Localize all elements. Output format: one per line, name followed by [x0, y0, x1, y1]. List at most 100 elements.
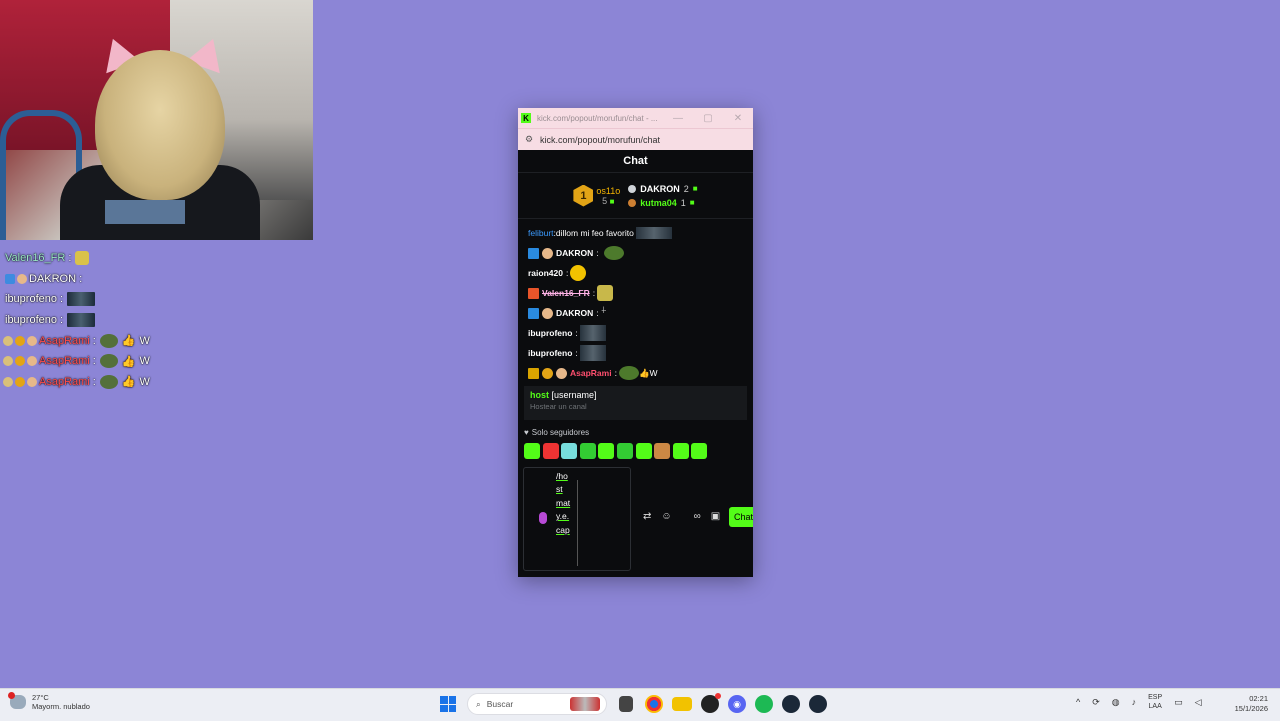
top-gifter-third-name: kutma04: [640, 197, 677, 208]
microphone-icon[interactable]: [539, 512, 547, 524]
overlay-chat: Valen16_FR : DAKRON : ibuprofeno : ibupr…: [0, 248, 310, 392]
weather-temp: 27°C: [32, 693, 49, 702]
spotify-icon[interactable]: [755, 695, 773, 713]
chat-message[interactable]: DAKRON:: [528, 243, 753, 263]
quick-emote-icon[interactable]: [616, 443, 633, 459]
overlay-chat-sep: :: [92, 334, 96, 347]
network-icon[interactable]: ◍: [1112, 697, 1120, 708]
task-view-icon[interactable]: [619, 696, 633, 712]
chat-message[interactable]: ibuprofeno:: [528, 343, 753, 363]
chrome-icon[interactable]: [645, 695, 663, 713]
quick-emote-icon[interactable]: [542, 443, 559, 459]
overlay-chat-sep: :: [92, 355, 96, 368]
infinity-icon[interactable]: ∞: [694, 511, 701, 522]
overlay-chat-sep: :: [60, 293, 64, 306]
gif-emote-icon: [579, 325, 606, 341]
overlay-chat-row: AsapRami : 👍 W: [0, 372, 310, 393]
sword-badge-icon: [528, 247, 539, 259]
language-top: ESP: [1148, 694, 1163, 701]
site-settings-icon[interactable]: ⚙: [518, 134, 540, 145]
heart-icon: ♥: [524, 428, 529, 437]
chat-username[interactable]: ibuprofeno: [528, 348, 572, 358]
chevron-up-icon[interactable]: ^: [1076, 697, 1080, 707]
top-gifter-third[interactable]: kutma04 1 ■: [628, 198, 697, 208]
language-indicator[interactable]: ESP LAA: [1148, 693, 1162, 711]
thumbs-up-icon: 👍: [121, 376, 136, 389]
discord-icon[interactable]: ◉: [728, 695, 746, 713]
close-icon[interactable]: ✕: [723, 113, 753, 124]
top-gifters-others: DAKRON 2 ■ kutma04 1 ■: [628, 184, 698, 208]
gifter-badge-icon: [15, 376, 25, 387]
maximize-icon[interactable]: ▢: [693, 113, 723, 124]
chat-message[interactable]: Valen16_FR:: [528, 283, 753, 303]
chat-username[interactable]: ibuprofeno: [528, 328, 572, 338]
volume-icon[interactable]: ◁: [1195, 697, 1202, 708]
steam-icon[interactable]: [782, 695, 800, 713]
crown-badge-icon: [3, 356, 13, 367]
quick-emote-icon[interactable]: [635, 443, 652, 459]
start-button[interactable]: [438, 694, 458, 714]
gif-emote-icon: [579, 345, 606, 361]
weather-widget[interactable]: 27°C Mayorm. nublado: [8, 692, 90, 711]
sync-icon[interactable]: ⟳: [1092, 697, 1100, 708]
chat-username[interactable]: Valen16_FR: [542, 288, 590, 298]
gif-emote-icon: [67, 292, 96, 307]
store-icon[interactable]: ▣: [711, 511, 720, 522]
quick-emote-icon[interactable]: [654, 443, 671, 459]
input-scrollbar[interactable]: [577, 480, 578, 566]
chat-username[interactable]: AsapRami: [570, 368, 612, 378]
avatar-badge-icon: [27, 356, 37, 367]
gif-emote-icon: [635, 227, 672, 239]
microphone-tray-icon[interactable]: ♪: [1132, 697, 1137, 707]
face-emote-icon: [75, 251, 90, 266]
webcam-person: [95, 50, 225, 200]
chat-input-text: /host maty.e.cap: [556, 471, 571, 535]
gifter-badge-icon: [15, 335, 25, 346]
address-bar[interactable]: ⚙ kick.com/popout/morufun/chat: [518, 128, 753, 150]
translate-icon[interactable]: ⇄: [643, 511, 651, 522]
quick-emote-icon[interactable]: [579, 443, 596, 459]
sword-badge-icon: [528, 307, 539, 319]
top-gifter-first[interactable]: os11o 5 ■: [596, 186, 620, 206]
avatar-badge-icon: [542, 307, 553, 319]
emoji-icon[interactable]: ☺: [661, 511, 671, 522]
face-emote-icon: [597, 285, 614, 301]
command-suggestion[interactable]: host [username] Hostear un canal: [524, 386, 747, 420]
command-arg: [username]: [549, 390, 597, 400]
display-icon[interactable]: ▭: [1174, 697, 1183, 708]
chat-username[interactable]: raion420: [528, 268, 563, 278]
overlay-chat-sep: :: [92, 375, 96, 388]
chat-username[interactable]: DAKRON: [556, 248, 593, 258]
steam-icon[interactable]: [809, 695, 827, 713]
first-place-rank: 1: [580, 189, 587, 202]
top-gifter-second[interactable]: DAKRON 2 ■: [628, 184, 698, 194]
window-titlebar[interactable]: K kick.com/popout/morufun/chat - ... — ▢…: [518, 108, 753, 128]
clock[interactable]: 02:21 15/1/2026: [1222, 694, 1268, 714]
chat-message[interactable]: raion420:: [528, 263, 753, 283]
chat-message[interactable]: AsapRami: 👍 W: [528, 363, 753, 383]
overlay-chat-user: DAKRON: [29, 272, 77, 285]
quick-emote-icon[interactable]: [561, 443, 578, 459]
quick-emote-icon[interactable]: [598, 443, 615, 459]
chat-message[interactable]: feliburt: dillom mi feo favorito: [528, 223, 753, 243]
chat-input[interactable]: /host maty.e.cap: [523, 467, 631, 571]
window-title: kick.com/popout/morufun/chat - ...: [537, 113, 658, 123]
quick-emote-icon[interactable]: [524, 443, 540, 459]
taskbar-search[interactable]: ⌕ Buscar: [467, 693, 607, 715]
chat-message[interactable]: DAKRON: ⍭: [528, 303, 753, 323]
top-gifter-first-name: os11o: [596, 185, 621, 196]
chat-username[interactable]: feliburt: [528, 228, 554, 238]
overlay-chat-text: W: [139, 375, 150, 388]
send-chat-button[interactable]: Chat: [729, 507, 753, 527]
chat-message[interactable]: ibuprofeno:: [528, 323, 753, 343]
pepe-emote-icon: [99, 374, 118, 389]
silver-medal-icon: [628, 184, 637, 193]
file-explorer-icon[interactable]: [672, 697, 692, 711]
obs-icon[interactable]: [701, 693, 721, 713]
quick-emote-icon[interactable]: [672, 443, 689, 459]
address-url: kick.com/popout/morufun/chat: [540, 134, 661, 145]
quick-emote-icon[interactable]: [691, 443, 708, 459]
minimize-icon[interactable]: —: [663, 113, 693, 124]
chat-username[interactable]: DAKRON: [556, 308, 593, 318]
overlay-chat-row: ibuprofeno :: [0, 310, 310, 331]
